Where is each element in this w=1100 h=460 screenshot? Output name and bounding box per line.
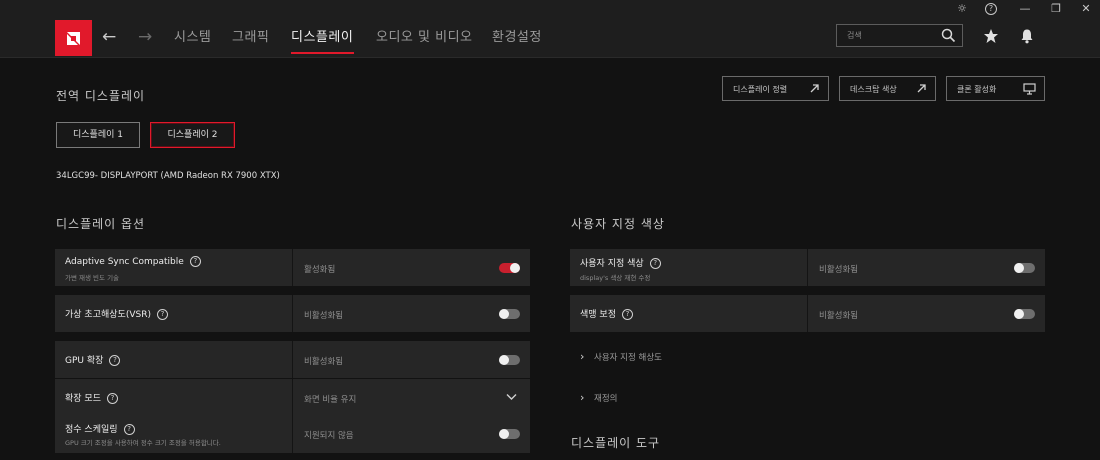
help-icon[interactable]: ? [649, 258, 661, 269]
adaptive-sync-sub: 가변 재생 빈도 기술 [65, 274, 120, 282]
adaptive-sync-toggle[interactable] [499, 263, 520, 273]
clone-enable-label: 클론 활성화 [957, 85, 997, 94]
monitor-name: 34LGC99- DISPLAYPORT (AMD Radeon RX 7900… [56, 171, 280, 181]
chevron-down-icon[interactable] [506, 393, 517, 401]
gpu-scaling-label: GPU 확장 [65, 356, 104, 366]
color-blind-row: 색맹 보정? 비활성화됨 [570, 295, 1045, 332]
notifications-bell-icon[interactable] [1019, 28, 1035, 44]
override-link[interactable]: › 재정의 [580, 391, 617, 404]
tab-graphics[interactable]: 그래픽 [232, 29, 269, 46]
custom-resolution-link[interactable]: › 사용자 지정 해상도 [580, 350, 662, 363]
integer-scaling-value: 지원되지 않음 [304, 431, 354, 441]
help-icon[interactable]: ? [123, 424, 135, 435]
adaptive-sync-row: Adaptive Sync Compatible? 가변 재생 빈도 기술 활성… [55, 249, 530, 286]
row-divider [292, 295, 293, 332]
clone-enable-button[interactable]: 클론 활성화 [946, 76, 1045, 101]
help-icon[interactable]: ? [621, 309, 633, 320]
override-label: 재정의 [594, 394, 618, 404]
color-blind-label: 색맹 보정 [580, 310, 616, 320]
adaptive-sync-label: Adaptive Sync Compatible [65, 257, 184, 267]
display-arrange-button[interactable]: 디스플레이 정렬 [722, 76, 829, 101]
integer-scaling-toggle[interactable] [499, 429, 520, 439]
vsr-value: 비활성화됨 [304, 311, 344, 321]
display-tools-title: 디스플레이 도구 [571, 436, 661, 450]
color-blind-toggle[interactable] [1014, 309, 1035, 319]
tab-preferences[interactable]: 환경설정 [492, 29, 542, 46]
bug-report-icon[interactable]: ☼ [954, 1, 970, 17]
tab-display[interactable]: 디스플레이 [291, 29, 353, 46]
close-icon[interactable]: ✕ [1078, 1, 1094, 17]
row-divider [807, 249, 808, 286]
help-icon[interactable]: ? [985, 3, 997, 15]
integer-scaling-label: 정수 스케일링 [65, 425, 118, 435]
scaling-mode-label: 확장 모드 [65, 394, 101, 404]
vsr-toggle[interactable] [499, 309, 520, 319]
custom-color-row: 사용자 지정 색상? display's 색상 재현 수정 비활성화됨 [570, 249, 1045, 286]
minimize-icon[interactable]: — [1017, 1, 1033, 17]
chevron-right-icon: › [580, 350, 585, 363]
search-icon[interactable] [941, 28, 956, 43]
tab-system[interactable]: 시스템 [174, 29, 211, 46]
custom-color-sub: display's 색상 재현 수정 [580, 274, 651, 282]
custom-color-label: 사용자 지정 색상 [580, 259, 644, 269]
row-divider [292, 249, 293, 286]
row-divider [807, 295, 808, 332]
forward-arrow-icon[interactable]: → [138, 26, 152, 48]
desktop-color-label: 데스크탑 색상 [850, 85, 897, 94]
gpu-scaling-value: 비활성화됨 [304, 357, 344, 367]
top-navigation: ← → 시스템 그래픽 디스플레이 오디오 및 비디오 환경설정 검색 [0, 18, 1100, 58]
help-icon[interactable]: ? [106, 393, 118, 404]
integer-scaling-sub: GPU 크기 조정을 사용하여 정수 크기 조정을 허용합니다. [65, 439, 221, 447]
scaling-mode-row: 확장 모드? 화면 비율 유지 [55, 379, 530, 416]
title-bar: ☼ ? — ❐ ✕ [0, 0, 1100, 18]
custom-color-value: 비활성화됨 [819, 265, 859, 275]
vsr-label: 가상 초고해상도(VSR) [65, 310, 151, 320]
integer-scaling-row: 정수 스케일링? GPU 크기 조정을 사용하여 정수 크기 조정을 허용합니다… [55, 416, 530, 453]
display-options-title: 디스플레이 옵션 [56, 217, 146, 231]
color-blind-value: 비활성화됨 [819, 311, 859, 321]
vsr-row: 가상 초고해상도(VSR)? 비활성화됨 [55, 295, 530, 332]
row-divider [292, 379, 293, 416]
monitor-icon [1023, 83, 1036, 95]
custom-color-title: 사용자 지정 색상 [571, 217, 665, 231]
display-arrange-label: 디스플레이 정렬 [733, 85, 788, 94]
search-input[interactable]: 검색 [836, 24, 963, 47]
amd-logo-icon [67, 32, 80, 45]
help-icon[interactable]: ? [109, 355, 121, 366]
display-1-button[interactable]: 디스플레이 1 [56, 122, 140, 148]
custom-color-toggle[interactable] [1014, 263, 1035, 273]
desktop-color-button[interactable]: 데스크탑 색상 [839, 76, 936, 101]
gpu-scaling-row: GPU 확장? 비활성화됨 [55, 341, 530, 378]
chevron-right-icon: › [580, 391, 585, 404]
custom-resolution-label: 사용자 지정 해상도 [594, 353, 662, 363]
back-arrow-icon[interactable]: ← [102, 26, 116, 48]
help-icon[interactable]: ? [189, 256, 201, 267]
restore-icon[interactable]: ❐ [1048, 1, 1064, 17]
active-tab-indicator [291, 52, 354, 54]
amd-logo[interactable] [55, 20, 92, 56]
help-icon[interactable]: ? [156, 309, 168, 320]
scaling-mode-value[interactable]: 화면 비율 유지 [304, 393, 356, 405]
row-divider [292, 341, 293, 378]
external-link-icon [810, 84, 819, 93]
external-link-icon [917, 84, 926, 93]
gpu-scaling-toggle[interactable] [499, 355, 520, 365]
page-title: 전역 디스플레이 [56, 89, 146, 103]
favorites-star-icon[interactable] [983, 28, 999, 44]
search-placeholder: 검색 [847, 31, 862, 40]
adaptive-sync-value: 활성화됨 [304, 265, 336, 275]
row-divider [292, 416, 293, 453]
tab-audio-video[interactable]: 오디오 및 비디오 [376, 29, 473, 46]
display-2-button[interactable]: 디스플레이 2 [150, 122, 235, 148]
